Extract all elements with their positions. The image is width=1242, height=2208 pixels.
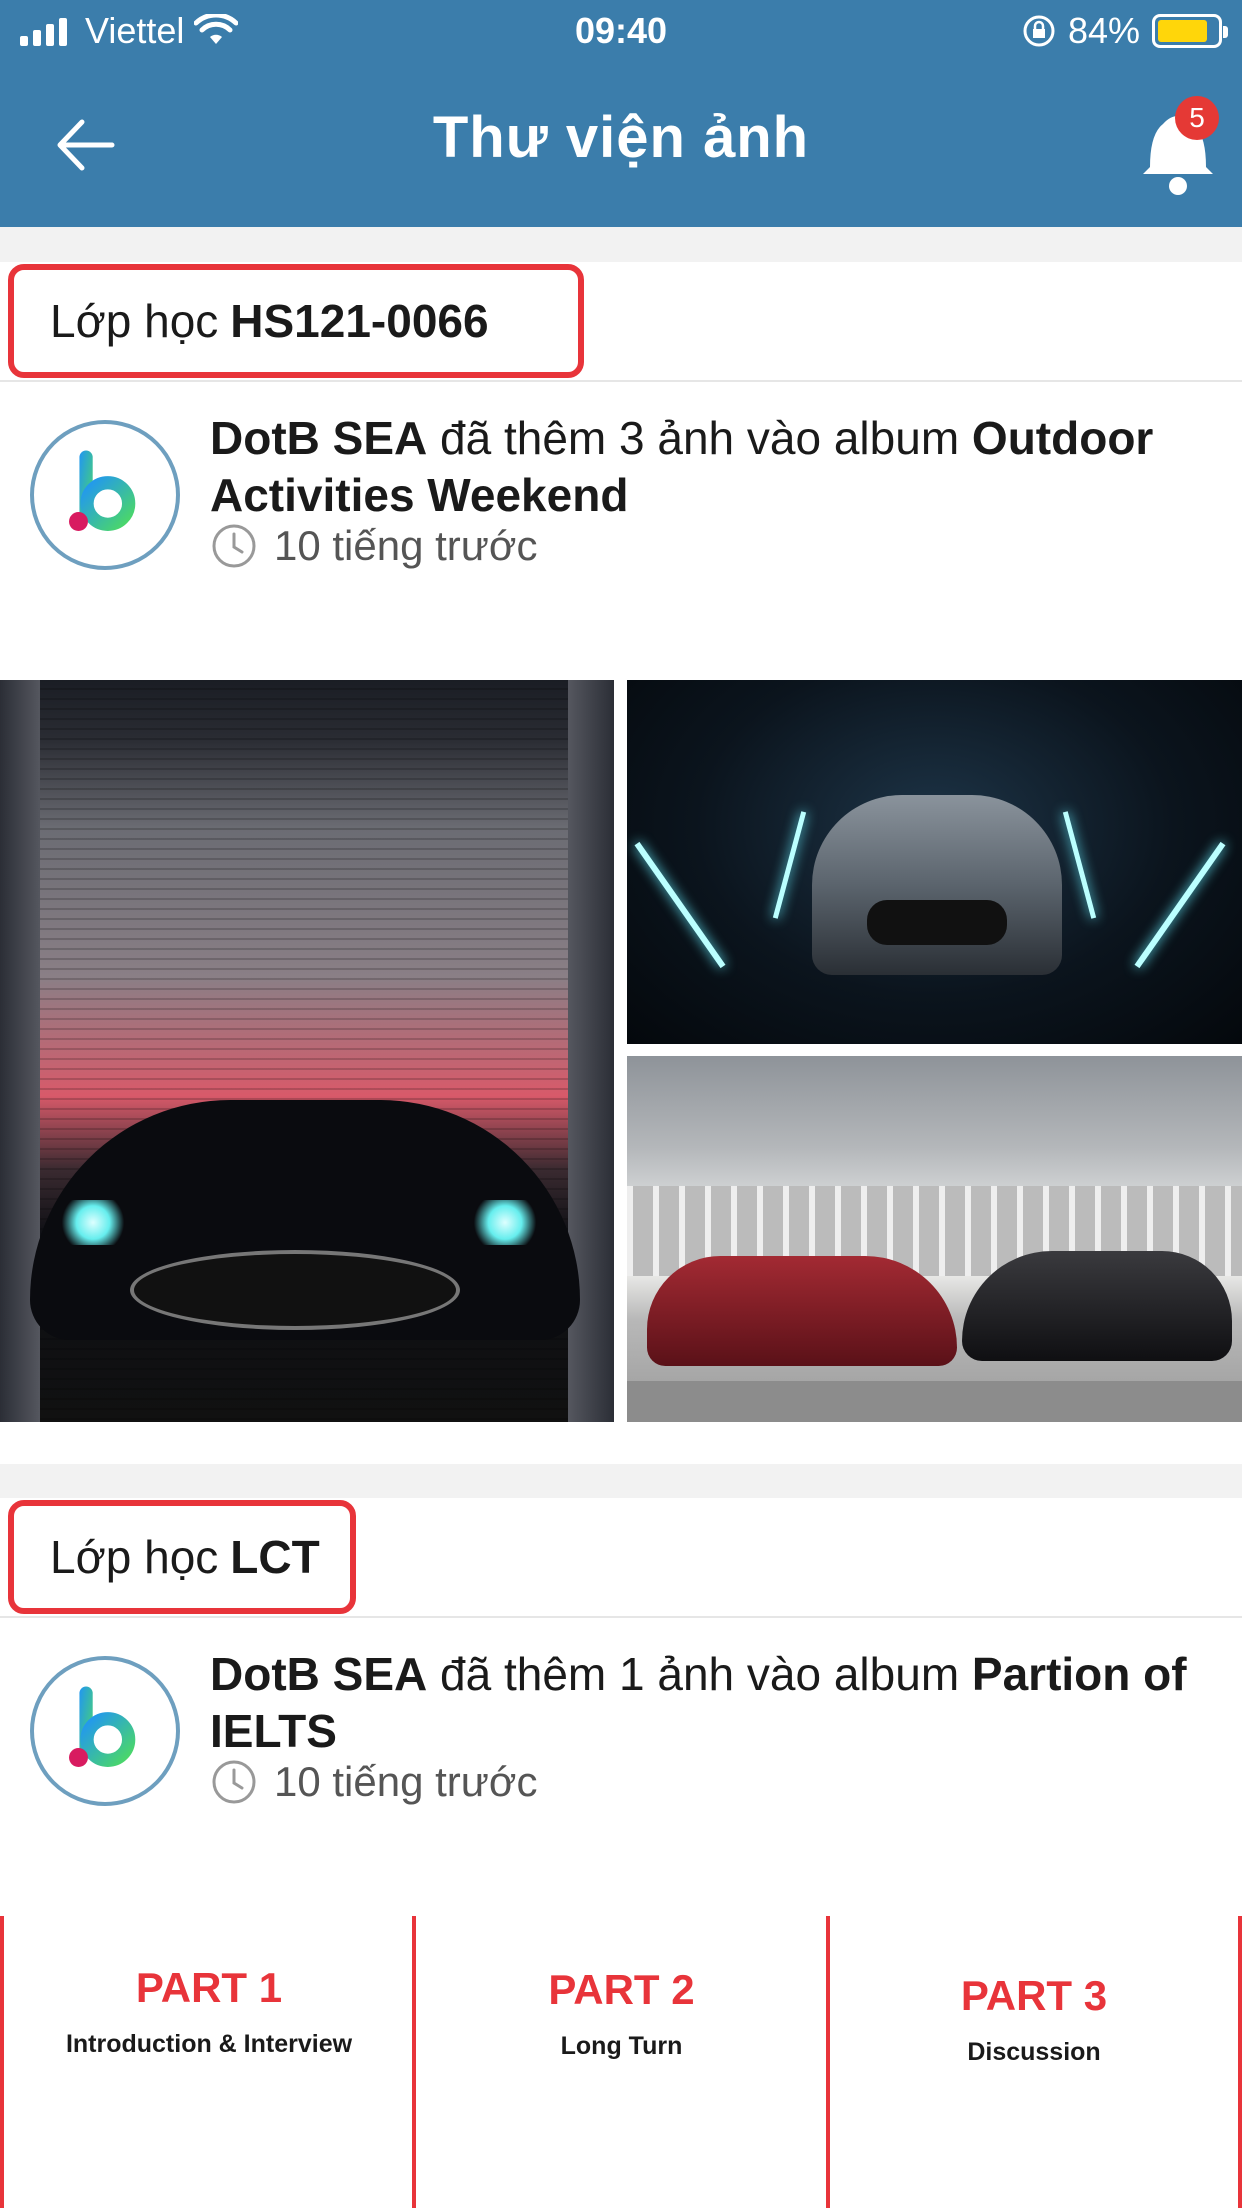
part-subtitle: Long Turn: [560, 2032, 683, 2060]
part-title: PART 1: [135, 1964, 283, 2011]
post-time: 10 tiếng trước: [210, 522, 537, 570]
class-code: HS121-0066: [230, 295, 489, 347]
battery-percent: 84%: [1067, 10, 1140, 51]
post-author[interactable]: DotB SEA: [210, 412, 427, 464]
time-ago: 10 tiếng trước: [274, 522, 538, 569]
album-photo-3[interactable]: [627, 1056, 1242, 1422]
part-title: PART 2: [548, 1966, 695, 2013]
divider: [0, 380, 1242, 382]
album-post-section: Lớp học HS121-0066 DotB SEA đã thêm 3 ản…: [0, 262, 1242, 1464]
class-prefix: Lớp học: [50, 295, 219, 347]
nav-bar: Thư viện ảnh: [0, 62, 1242, 227]
part-subtitle: Discussion: [967, 2038, 1101, 2066]
post-action: đã thêm 3 ảnh vào album: [440, 412, 960, 464]
time-ago: 10 tiếng trước: [274, 1758, 538, 1805]
post-author[interactable]: DotB SEA: [210, 1648, 427, 1700]
post-time: 10 tiếng trước: [210, 1758, 537, 1806]
class-code: LCT: [230, 1531, 320, 1583]
part-title: PART 3: [960, 1972, 1108, 2019]
part-subtitle: Introduction & Interview: [65, 2030, 353, 2058]
dotb-avatar-icon[interactable]: [30, 1656, 180, 1806]
ielts-part-2: PART 2 Long Turn: [412, 1916, 827, 2208]
clock-icon: [212, 524, 256, 568]
ielts-part-3: PART 3 Discussion: [826, 1916, 1242, 2208]
rotation-lock-icon: [1023, 15, 1055, 47]
notification-badge: 5: [1175, 96, 1219, 140]
divider: [0, 1616, 1242, 1618]
class-label: Lớp học HS121-0066: [8, 264, 584, 378]
battery-icon: [1152, 14, 1228, 48]
class-prefix: Lớp học: [50, 1531, 219, 1583]
status-bar: Viettel 09:40 84%: [0, 0, 1242, 62]
album-post-section: Lớp học LCT DotB SEA đã thêm 1 ảnh vào a…: [0, 1498, 1242, 2208]
class-label: Lớp học LCT: [8, 1500, 356, 1614]
album-photo-1[interactable]: [0, 680, 614, 1422]
album-photo-ielts[interactable]: PART 1 Introduction & Interview PART 2 L…: [0, 1916, 1242, 2208]
post-action: đã thêm 1 ảnh vào album: [440, 1648, 960, 1700]
post-text: DotB SEA đã thêm 3 ảnh vào album Outdoor…: [210, 410, 1220, 524]
app-header: Viettel 09:40 84% Thư viện ảnh 5: [0, 0, 1242, 227]
status-right: 84%: [1022, 10, 1228, 52]
page-title: Thư viện ảnh: [432, 105, 810, 170]
dotb-avatar-icon[interactable]: [30, 420, 180, 570]
album-photo-2[interactable]: [627, 680, 1242, 1044]
ielts-part-1: PART 1 Introduction & Interview: [0, 1916, 414, 2208]
clock-icon: [212, 1760, 256, 1804]
post-text: DotB SEA đã thêm 1 ảnh vào album Partion…: [210, 1646, 1220, 1760]
